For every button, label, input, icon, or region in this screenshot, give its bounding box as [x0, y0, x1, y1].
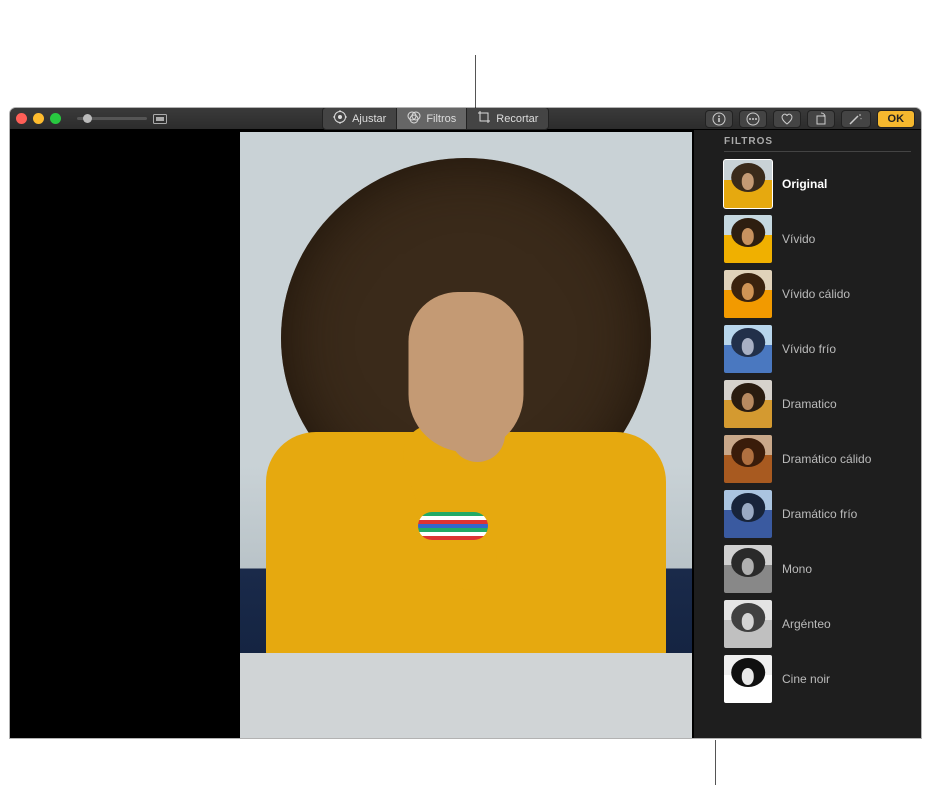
filter-list: Original Vívido Vívido cálido Vívido frío Dr… — [724, 160, 911, 703]
filter-item-original[interactable]: Original — [724, 160, 911, 208]
photo-canvas[interactable] — [238, 130, 694, 738]
filter-label: Argénteo — [782, 617, 831, 631]
filters-label: Filtros — [426, 113, 456, 125]
callout-line-bottom — [715, 740, 716, 785]
fullscreen-window-button[interactable] — [50, 113, 61, 124]
filters-heading: FILTROS — [724, 136, 911, 152]
toolbar: Ajustar Filtros Recortar — [10, 108, 921, 130]
filter-item-mono[interactable]: Mono — [724, 545, 911, 593]
filter-label: Dramático frío — [782, 507, 857, 521]
filter-item-cine-noir[interactable]: Cine noir — [724, 655, 911, 703]
filter-label: Vívido cálido — [782, 287, 850, 301]
filter-item-vívido-cálido[interactable]: Vívido cálido — [724, 270, 911, 318]
content-area: FILTROS Original Vívido Vívido cálido Vívid… — [10, 130, 921, 738]
filter-label: Dramático cálido — [782, 452, 871, 466]
crop-label: Recortar — [496, 113, 538, 125]
photo-preview — [240, 132, 692, 738]
filter-label: Vívido frío — [782, 342, 836, 356]
callout-line-top — [475, 55, 476, 109]
filter-thumbnail — [724, 655, 772, 703]
filter-thumbnail — [724, 490, 772, 538]
more-button[interactable] — [739, 110, 767, 128]
minimize-window-button[interactable] — [33, 113, 44, 124]
filter-thumbnail — [724, 325, 772, 373]
done-label: OK — [888, 113, 905, 125]
adjust-label: Ajustar — [352, 113, 386, 125]
adjust-tab[interactable]: Ajustar — [323, 108, 397, 129]
filter-label: Dramatico — [782, 397, 837, 411]
filter-thumbnail — [724, 380, 772, 428]
edit-mode-segmented: Ajustar Filtros Recortar — [322, 108, 549, 130]
filter-item-vívido-frío[interactable]: Vívido frío — [724, 325, 911, 373]
info-button[interactable] — [705, 110, 733, 128]
filter-item-vívido[interactable]: Vívido — [724, 215, 911, 263]
window-controls — [16, 113, 61, 124]
auto-enhance-button[interactable] — [841, 110, 871, 128]
filter-item-argénteo[interactable]: Argénteo — [724, 600, 911, 648]
filters-sidebar: FILTROS Original Vívido Vívido cálido Vívid… — [694, 130, 921, 738]
filter-thumbnail — [724, 160, 772, 208]
filter-label: Vívido — [782, 232, 815, 246]
adjust-icon — [333, 110, 347, 127]
zoom-fit-icon[interactable] — [153, 114, 167, 124]
crop-icon — [477, 110, 491, 127]
filter-label: Cine noir — [782, 672, 830, 686]
filter-thumbnail — [724, 215, 772, 263]
zoom-slider[interactable] — [77, 117, 147, 120]
close-window-button[interactable] — [16, 113, 27, 124]
rotate-button[interactable] — [807, 110, 835, 128]
filters-icon — [407, 110, 421, 127]
filter-label: Mono — [782, 562, 812, 576]
filter-thumbnail — [724, 435, 772, 483]
filter-thumbnail — [724, 270, 772, 318]
filter-label: Original — [782, 177, 827, 191]
done-button[interactable]: OK — [877, 110, 916, 128]
filter-item-dramatico[interactable]: Dramatico — [724, 380, 911, 428]
favorite-button[interactable] — [773, 110, 801, 128]
left-gutter — [10, 130, 238, 738]
filter-item-dramático-cálido[interactable]: Dramático cálido — [724, 435, 911, 483]
filter-item-dramático-frío[interactable]: Dramático frío — [724, 490, 911, 538]
filters-tab[interactable]: Filtros — [397, 108, 467, 129]
crop-tab[interactable]: Recortar — [467, 108, 548, 129]
filter-thumbnail — [724, 545, 772, 593]
photos-edit-window: Ajustar Filtros Recortar — [10, 108, 921, 738]
filter-thumbnail — [724, 600, 772, 648]
